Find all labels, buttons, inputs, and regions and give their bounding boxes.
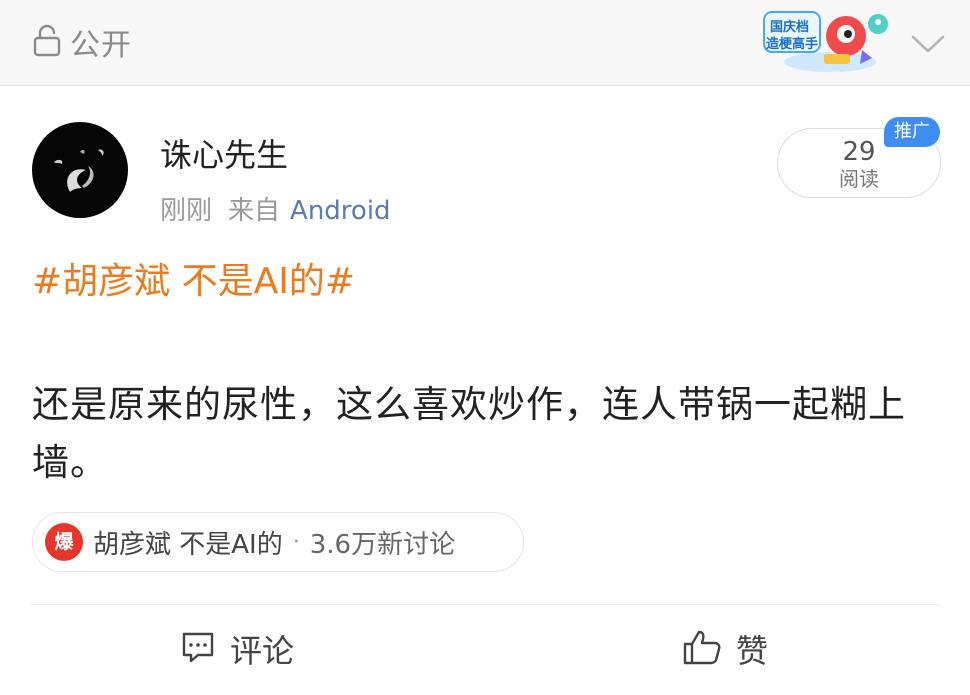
- hot-badge-icon: 爆: [45, 523, 83, 561]
- source-prefix: 来自: [228, 196, 281, 226]
- post-body-text: 还是原来的尿性，这么喜欢炒作，连人带锅一起糊上墙。: [32, 383, 906, 484]
- author-name[interactable]: 诛心先生: [160, 130, 288, 176]
- chip-topic-label: 胡彦斌 不是AI的: [93, 529, 283, 560]
- thumbs-up-icon: [682, 628, 722, 670]
- visibility-label: 公开: [70, 28, 132, 63]
- promo-badge: 推广: [884, 117, 940, 147]
- source-link[interactable]: Android: [290, 196, 391, 226]
- unlock-icon: [32, 23, 62, 61]
- top-bar: 公开 国庆档 造梗高手: [0, 0, 970, 86]
- hot-topic-chip[interactable]: 爆 胡彦斌 不是AI的 · 3.6万新讨论: [32, 512, 524, 572]
- topic-hashtag-link[interactable]: #胡彦斌 不是AI的#: [32, 252, 355, 304]
- chip-discussion-count: 3.6万新讨论: [309, 529, 456, 560]
- chip-separator: ·: [292, 529, 300, 555]
- chevron-down-icon[interactable]: [908, 28, 948, 58]
- comment-button[interactable]: 评论: [180, 624, 294, 674]
- post-meta: 刚刚 来自 Android: [160, 190, 391, 227]
- comment-icon: [180, 630, 216, 668]
- like-label: 赞: [736, 632, 769, 670]
- read-label: 阅读: [839, 167, 879, 191]
- divider: [30, 604, 940, 605]
- comment-label: 评论: [230, 632, 295, 670]
- visibility-indicator[interactable]: 公开: [32, 22, 132, 63]
- holiday-mascot-badge[interactable]: [760, 4, 896, 80]
- post-time: 刚刚: [160, 196, 213, 226]
- avatar[interactable]: [32, 122, 128, 218]
- like-button[interactable]: 赞: [682, 624, 768, 674]
